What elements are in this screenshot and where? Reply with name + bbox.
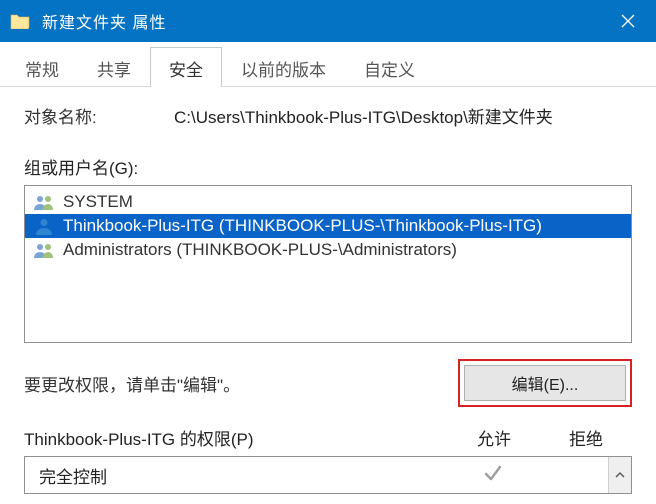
close-button[interactable] xyxy=(600,0,656,42)
security-panel: 对象名称: C:\Users\Thinkbook-Plus-ITG\Deskto… xyxy=(0,87,656,494)
groups-list[interactable]: SYSTEM Thinkbook-Plus-ITG (THINKBOOK-PLU… xyxy=(24,185,632,343)
tab-bar: 常规 共享 安全 以前的版本 自定义 xyxy=(0,42,656,87)
group-icon xyxy=(33,241,55,259)
folder-icon xyxy=(10,13,30,29)
permissions-title: Thinkbook-Plus-ITG 的权限(P) xyxy=(24,425,448,450)
group-icon xyxy=(33,193,55,211)
list-item-label: SYSTEM xyxy=(63,192,133,212)
edit-button[interactable]: 编辑(E)... xyxy=(464,365,626,401)
scroll-up-button[interactable] xyxy=(608,457,631,493)
tab-security[interactable]: 安全 xyxy=(150,47,222,87)
edit-row: 要更改权限，请单击"编辑"。 编辑(E)... xyxy=(24,359,632,407)
permissions-list[interactable]: 完全控制 xyxy=(24,456,632,494)
tab-customize[interactable]: 自定义 xyxy=(345,47,434,87)
list-item[interactable]: SYSTEM xyxy=(25,190,631,214)
tab-sharing[interactable]: 共享 xyxy=(78,47,150,87)
tab-general[interactable]: 常规 xyxy=(6,47,78,87)
list-item-label: Thinkbook-Plus-ITG (THINKBOOK-PLUS-\Thin… xyxy=(63,216,542,236)
allow-column-label: 允许 xyxy=(448,425,540,450)
permissions-header: Thinkbook-Plus-ITG 的权限(P) 允许 拒绝 xyxy=(24,425,632,450)
window-title: 新建文件夹 属性 xyxy=(42,9,166,33)
edit-hint: 要更改权限，请单击"编辑"。 xyxy=(24,371,458,396)
deny-column-label: 拒绝 xyxy=(540,425,632,450)
properties-dialog: 新建文件夹 属性 常规 共享 安全 以前的版本 自定义 对象名称: C:\Use… xyxy=(0,0,656,504)
titlebar: 新建文件夹 属性 xyxy=(0,0,656,42)
groups-label: 组或用户名(G): xyxy=(24,154,632,179)
permission-name: 完全控制 xyxy=(39,463,447,488)
tab-previous-versions[interactable]: 以前的版本 xyxy=(222,47,345,87)
list-item-label: Administrators (THINKBOOK-PLUS-\Administ… xyxy=(63,240,457,260)
allow-check-icon xyxy=(447,464,539,487)
list-item[interactable]: Thinkbook-Plus-ITG (THINKBOOK-PLUS-\Thin… xyxy=(25,214,631,238)
list-item[interactable]: Administrators (THINKBOOK-PLUS-\Administ… xyxy=(25,238,631,262)
object-name-label: 对象名称: xyxy=(24,103,174,128)
user-icon xyxy=(33,217,55,235)
object-name-row: 对象名称: C:\Users\Thinkbook-Plus-ITG\Deskto… xyxy=(24,103,632,128)
edit-button-highlight: 编辑(E)... xyxy=(458,359,632,407)
table-row[interactable]: 完全控制 xyxy=(25,463,631,488)
object-path: C:\Users\Thinkbook-Plus-ITG\Desktop\新建文件… xyxy=(174,103,553,128)
